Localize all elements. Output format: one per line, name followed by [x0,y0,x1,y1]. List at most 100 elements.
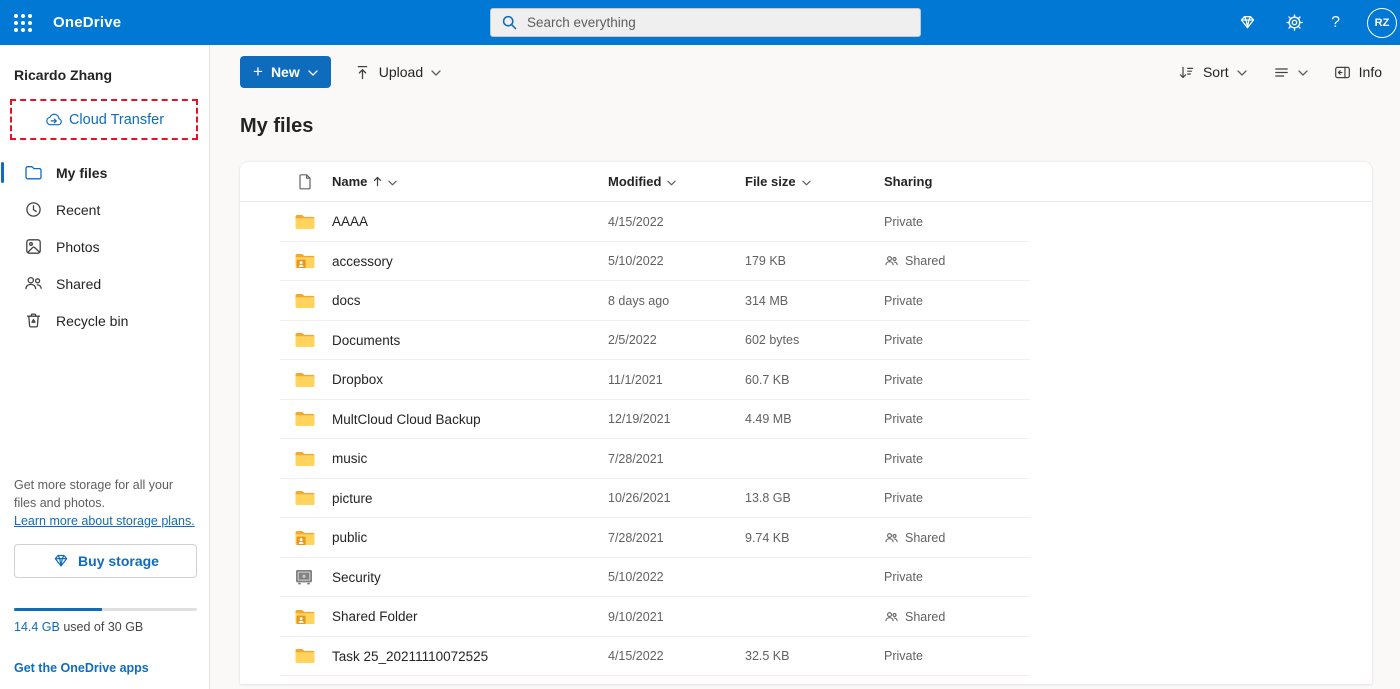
column-header-name[interactable]: Name [332,174,608,189]
column-label: Name [332,174,367,189]
table-row[interactable]: Security5/10/2022Private [240,558,1372,598]
new-button[interactable]: + New [240,56,331,88]
plus-icon: + [253,63,263,80]
sidebar-item-recycle-bin[interactable]: Recycle bin [0,302,209,339]
storage-section: Get more storage for all your files and … [0,476,209,689]
people-icon [884,254,899,268]
storage-promo-text: Get more storage for all your files and … [14,476,184,512]
file-name[interactable]: Documents [332,333,608,348]
sidebar-item-recent[interactable]: Recent [0,191,209,228]
file-modified: 7/28/2021 [608,452,745,466]
file-modified: 8 days ago [608,294,745,308]
file-size: 32.5 KB [745,649,884,663]
file-name[interactable]: MultCloud Cloud Backup [332,412,608,427]
get-apps-link[interactable]: Get the OneDrive apps [14,661,195,675]
app-launcher-icon[interactable] [0,0,45,45]
sharing-label: Shared [905,610,945,624]
sharing-label: Private [884,649,923,663]
table-row[interactable]: Documents2/5/2022602 bytesPrivate [240,321,1372,361]
file-name[interactable]: Task 25_20211110072525 [332,649,608,664]
file-sharing: Private [884,215,1372,229]
help-icon[interactable]: ? [1331,14,1340,32]
table-row[interactable]: Task 25_202111100725254/15/202232.5 KBPr… [240,637,1372,677]
buy-storage-button[interactable]: Buy storage [14,544,197,578]
folder-icon [240,490,332,506]
file-name[interactable]: AAAA [332,214,608,229]
sharing-label: Private [884,215,923,229]
sidebar-item-label: My files [56,165,107,181]
file-name[interactable]: docs [332,293,608,308]
column-header-sharing[interactable]: Sharing [884,174,1372,189]
file-size: 314 MB [745,294,884,308]
page-title: My files [240,115,1400,138]
sidebar-item-label: Recent [56,202,100,218]
file-sharing: Private [884,452,1372,466]
table-row[interactable]: picture10/26/202113.8 GBPrivate [240,479,1372,519]
document-type-icon [240,173,332,190]
folder-icon [240,293,332,309]
upload-button[interactable]: Upload [354,64,441,81]
cloud-transfer-label: Cloud Transfer [69,112,164,128]
file-size: 60.7 KB [745,373,884,387]
sort-button[interactable]: Sort [1178,64,1247,81]
table-row[interactable]: Dropbox11/1/202160.7 KBPrivate [240,360,1372,400]
sidebar-item-label: Recycle bin [56,313,128,329]
sharing-label: Private [884,452,923,466]
main-content: + New Upload [210,45,1400,689]
file-modified: 10/26/2021 [608,491,745,505]
chevron-down-icon [1298,70,1308,76]
sharing-label: Private [884,294,923,308]
chevron-down-icon [431,70,441,76]
avatar[interactable]: RZ [1367,8,1397,38]
file-sharing: Shared [884,531,1372,545]
search-bar[interactable] [490,8,921,37]
file-name[interactable]: public [332,530,608,545]
sidebar-item-shared[interactable]: Shared [0,265,209,302]
column-header-size[interactable]: File size [745,174,884,189]
table-row[interactable]: MultCloud Cloud Backup12/19/20214.49 MBP… [240,400,1372,440]
file-name[interactable]: music [332,451,608,466]
file-size: 13.8 GB [745,491,884,505]
cloud-transfer-icon [44,112,65,127]
new-button-label: New [271,64,300,80]
people-icon [884,531,899,545]
storage-plans-link[interactable]: Learn more about storage plans. [14,514,195,528]
search-input[interactable] [527,15,910,30]
folder-icon [240,214,332,230]
chevron-down-icon [388,180,397,186]
table-row[interactable]: Shared Folder9/10/2021Shared [240,597,1372,637]
file-sharing: Private [884,294,1372,308]
file-sharing: Private [884,570,1372,584]
sharing-label: Shared [905,254,945,268]
file-sharing: Shared [884,610,1372,624]
table-row[interactable]: AAAA4/15/2022Private [240,202,1372,242]
table-row[interactable]: accessory5/10/2022179 KBShared [240,242,1372,282]
folder-icon [240,451,332,467]
view-options-button[interactable] [1273,64,1308,81]
file-name[interactable]: Shared Folder [332,609,608,624]
table-row[interactable]: music7/28/2021 Private [240,439,1372,479]
settings-gear-icon[interactable] [1284,13,1304,33]
sort-label: Sort [1203,64,1229,80]
premium-diamond-icon[interactable] [1237,13,1257,33]
info-button[interactable]: Info [1334,64,1382,81]
sidebar-item-my-files[interactable]: My files [0,154,209,191]
file-modified: 12/19/2021 [608,412,745,426]
storage-usage-text: 14.4 GB used of 30 GB [14,620,195,634]
file-name[interactable]: Security [332,570,608,585]
table-row[interactable]: docs8 days ago314 MBPrivate [240,281,1372,321]
column-header-modified[interactable]: Modified [608,174,745,189]
table-row[interactable]: public7/28/20219.74 KBShared [240,518,1372,558]
column-label: Sharing [884,174,932,189]
file-name[interactable]: picture [332,491,608,506]
cloud-transfer-button[interactable]: Cloud Transfer [44,112,164,128]
upload-label: Upload [379,64,423,80]
column-label: Modified [608,174,661,189]
file-name[interactable]: accessory [332,254,608,269]
file-size: 4.49 MB [745,412,884,426]
sharing-label: Private [884,373,923,387]
sidebar-item-photos[interactable]: Photos [0,228,209,265]
file-name[interactable]: Dropbox [332,372,608,387]
list-view-icon [1273,64,1290,81]
people-icon [23,274,43,294]
